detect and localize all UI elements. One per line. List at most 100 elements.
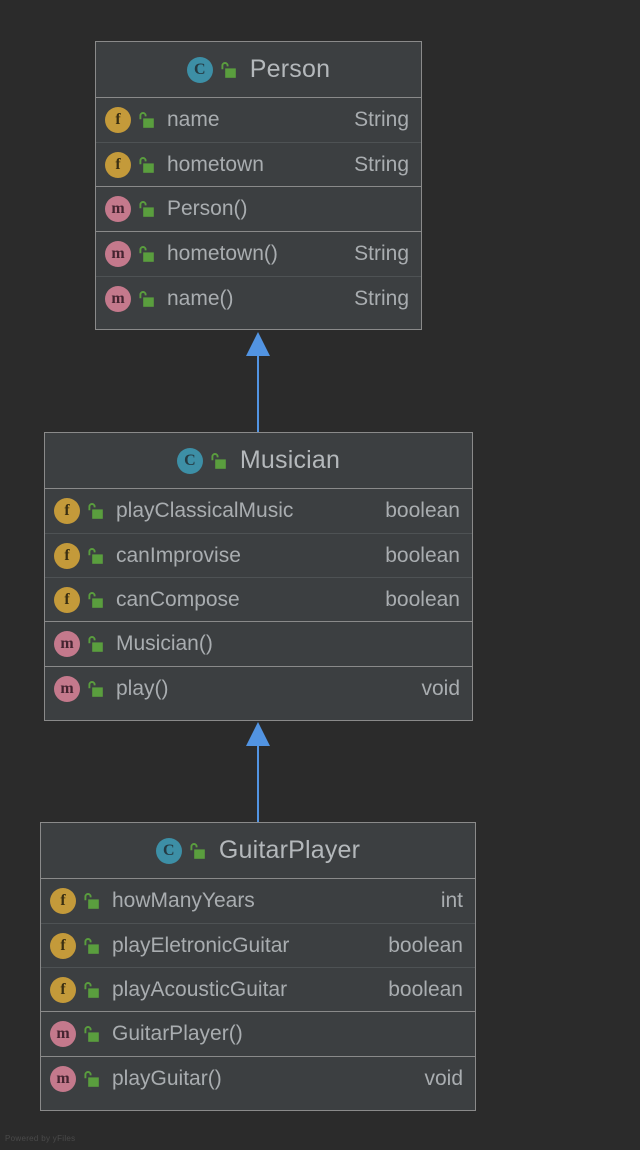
unlocked-padlock-icon bbox=[84, 1026, 99, 1042]
method-name: Person() bbox=[167, 197, 248, 220]
field-name: playAcousticGuitar bbox=[112, 977, 288, 1001]
unlocked-padlock-icon bbox=[84, 893, 99, 909]
method-return-type: String bbox=[354, 242, 409, 265]
diagram-canvas: C Person f name String f hometown String m Person… bbox=[0, 0, 640, 1150]
field-name: canImprovise bbox=[116, 543, 241, 567]
class-c-icon: C bbox=[176, 447, 203, 474]
field-name: hometown bbox=[167, 152, 264, 176]
class-header[interactable]: C Musician bbox=[45, 433, 472, 489]
field-f-icon: f bbox=[54, 586, 80, 613]
uml-class-person[interactable]: C Person f name String f hometown String m Person… bbox=[95, 41, 422, 330]
fields-section: f name String f hometown String bbox=[96, 98, 421, 187]
method-m-icon: m bbox=[105, 196, 131, 222]
generalization-edge-guitarplayer-extends-musician[interactable] bbox=[243, 722, 273, 822]
field-f-icon: f bbox=[54, 498, 80, 524]
class-c-icon: C bbox=[186, 56, 213, 83]
methods-section: m hometown() String m name() String bbox=[96, 232, 421, 320]
methods-section: m play() void bbox=[45, 667, 472, 711]
field-row[interactable]: f canImprovise boolean bbox=[45, 533, 472, 577]
method-row[interactable]: m name() String bbox=[96, 276, 421, 320]
method-m-icon: m bbox=[105, 241, 131, 267]
method-m-icon: m bbox=[50, 1021, 76, 1047]
field-row[interactable]: f howManyYears int bbox=[41, 879, 475, 923]
field-name: howManyYears bbox=[112, 889, 255, 912]
unlocked-padlock-icon bbox=[88, 503, 103, 519]
class-name: GuitarPlayer bbox=[218, 836, 361, 864]
unlocked-padlock-icon bbox=[211, 452, 226, 469]
field-name: name bbox=[167, 108, 220, 131]
method-return-type: void bbox=[424, 1067, 463, 1090]
class-c-icon: C bbox=[155, 837, 182, 864]
fields-section: f playClassicalMusic boolean f canImprovise b… bbox=[45, 489, 472, 622]
class-header[interactable]: C Person bbox=[96, 42, 421, 98]
field-type: boolean bbox=[388, 977, 463, 1001]
unlocked-padlock-icon bbox=[88, 681, 103, 697]
constructors-section: m Person() bbox=[96, 187, 421, 232]
constructors-section: m Musician() bbox=[45, 622, 472, 667]
unlocked-padlock-icon bbox=[221, 61, 236, 78]
fields-section: f howManyYears int f playEletronicGuitar bool… bbox=[41, 879, 475, 1012]
method-name: GuitarPlayer() bbox=[112, 1022, 243, 1045]
unlocked-padlock-icon bbox=[139, 201, 154, 217]
class-header[interactable]: C GuitarPlayer bbox=[41, 823, 475, 879]
method-return-type: String bbox=[354, 286, 409, 310]
method-m-icon: m bbox=[54, 631, 80, 657]
class-name: Musician bbox=[239, 446, 341, 474]
method-m-icon: m bbox=[54, 676, 80, 702]
field-type: boolean bbox=[385, 499, 460, 522]
method-m-icon: m bbox=[50, 1066, 76, 1092]
field-type: boolean bbox=[388, 933, 463, 957]
field-row[interactable]: f name String bbox=[96, 98, 421, 142]
field-name: canCompose bbox=[116, 587, 240, 611]
method-row[interactable]: m hometown() String bbox=[96, 232, 421, 276]
unlocked-padlock-icon bbox=[84, 937, 99, 954]
method-return-type: void bbox=[421, 677, 460, 700]
unlocked-padlock-icon bbox=[139, 290, 154, 307]
method-row[interactable]: m playGuitar() void bbox=[41, 1057, 475, 1101]
field-type: String bbox=[354, 152, 409, 176]
field-row[interactable]: f playAcousticGuitar boolean bbox=[41, 967, 475, 1011]
method-row[interactable]: m Musician() bbox=[45, 622, 472, 666]
method-name: name() bbox=[167, 286, 234, 310]
field-row[interactable]: f hometown String bbox=[96, 142, 421, 186]
class-name: Person bbox=[249, 55, 331, 83]
field-name: playEletronicGuitar bbox=[112, 933, 290, 957]
method-name: playGuitar() bbox=[112, 1067, 222, 1090]
field-row[interactable]: f playClassicalMusic boolean bbox=[45, 489, 472, 533]
unlocked-padlock-icon bbox=[190, 842, 205, 859]
method-m-icon: m bbox=[105, 285, 131, 312]
unlocked-padlock-icon bbox=[139, 156, 154, 173]
method-name: Musician() bbox=[116, 632, 213, 655]
unlocked-padlock-icon bbox=[88, 636, 103, 652]
watermark-label: Powered by yFiles bbox=[5, 1134, 76, 1143]
generalization-edge-musician-extends-person[interactable] bbox=[243, 332, 273, 432]
field-name: playClassicalMusic bbox=[116, 499, 294, 522]
field-row[interactable]: f canCompose boolean bbox=[45, 577, 472, 621]
unlocked-padlock-icon bbox=[88, 547, 103, 564]
methods-section: m playGuitar() void bbox=[41, 1057, 475, 1101]
method-row[interactable]: m Person() bbox=[96, 187, 421, 231]
field-f-icon: f bbox=[54, 542, 80, 569]
method-row[interactable]: m play() void bbox=[45, 667, 472, 711]
unlocked-padlock-icon bbox=[139, 112, 154, 128]
field-f-icon: f bbox=[105, 151, 131, 178]
field-row[interactable]: f playEletronicGuitar boolean bbox=[41, 923, 475, 967]
arrowhead-triangle bbox=[246, 332, 270, 356]
uml-class-guitarplayer[interactable]: C GuitarPlayer f howManyYears int f playEletro… bbox=[40, 822, 476, 1111]
field-type: String bbox=[354, 108, 409, 131]
field-f-icon: f bbox=[50, 976, 76, 1003]
field-f-icon: f bbox=[50, 888, 76, 914]
method-name: hometown() bbox=[167, 242, 278, 265]
method-row[interactable]: m GuitarPlayer() bbox=[41, 1012, 475, 1056]
field-f-icon: f bbox=[105, 107, 131, 133]
arrowhead-triangle bbox=[246, 722, 270, 746]
field-type: boolean bbox=[385, 543, 460, 567]
field-f-icon: f bbox=[50, 932, 76, 959]
unlocked-padlock-icon bbox=[84, 981, 99, 998]
unlocked-padlock-icon bbox=[88, 591, 103, 608]
field-type: int bbox=[440, 889, 463, 912]
uml-class-musician[interactable]: C Musician f playClassicalMusic boolean f canI… bbox=[44, 432, 473, 721]
method-name: play() bbox=[116, 677, 169, 700]
field-type: boolean bbox=[385, 587, 460, 611]
constructors-section: m GuitarPlayer() bbox=[41, 1012, 475, 1057]
